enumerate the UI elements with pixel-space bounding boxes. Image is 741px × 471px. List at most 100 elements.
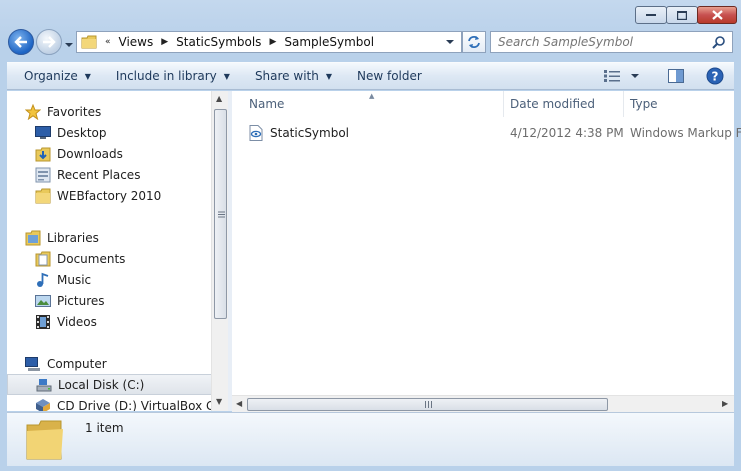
nav-item-downloads[interactable]: Downloads bbox=[7, 143, 212, 164]
maximize-icon bbox=[677, 10, 687, 20]
folder-icon bbox=[26, 420, 63, 460]
breadcrumb-separator-icon[interactable]: ▶ bbox=[161, 37, 168, 47]
folder-icon bbox=[81, 35, 97, 49]
preview-pane-icon[interactable] bbox=[668, 69, 684, 83]
nav-item-videos[interactable]: Videos bbox=[7, 311, 212, 332]
nav-item-webfactory[interactable]: WEBfactory 2010 bbox=[7, 185, 212, 206]
nav-item-recent-places[interactable]: Recent Places bbox=[7, 164, 212, 185]
scroll-right-icon[interactable]: ▶ bbox=[722, 399, 728, 408]
search-box[interactable] bbox=[490, 31, 733, 53]
refresh-button[interactable] bbox=[462, 31, 486, 53]
nav-item-local-disk[interactable]: Local Disk (C:) bbox=[7, 374, 212, 395]
scroll-down-icon[interactable]: ▼ bbox=[216, 397, 222, 406]
svg-text:?: ? bbox=[712, 70, 719, 84]
nav-item-pictures[interactable]: Pictures bbox=[7, 290, 212, 311]
help-icon[interactable]: ? bbox=[706, 67, 724, 85]
breadcrumb-staticsymbols[interactable]: StaticSymbols bbox=[176, 35, 261, 49]
nav-item-desktop[interactable]: Desktop bbox=[7, 122, 212, 143]
nav-item-label: Documents bbox=[57, 251, 126, 266]
chevron-down-icon: ▼ bbox=[325, 71, 332, 81]
chevron-down-icon bbox=[65, 43, 73, 47]
maximize-button[interactable] bbox=[666, 6, 698, 24]
horizontal-scrollbar[interactable]: ◀ ▶ bbox=[232, 395, 734, 412]
caption-buttons bbox=[635, 6, 737, 24]
nav-computer[interactable]: Computer bbox=[7, 353, 212, 374]
nav-item-cd-drive[interactable]: CD Drive (D:) VirtualBox Guest bbox=[7, 395, 221, 411]
recent-places-icon bbox=[35, 167, 51, 183]
column-type[interactable]: Type bbox=[630, 97, 658, 111]
share-with-label: Share with bbox=[254, 69, 319, 83]
change-view-button[interactable] bbox=[604, 70, 640, 82]
file-date-modified: 4/12/2012 4:38 PM bbox=[510, 126, 624, 140]
cd-drive-icon bbox=[35, 398, 51, 411]
nav-item-label: Desktop bbox=[57, 125, 107, 140]
folder-icon bbox=[35, 188, 51, 204]
xaml-file-icon bbox=[249, 125, 263, 141]
star-icon bbox=[25, 103, 41, 120]
recent-pages-dropdown[interactable] bbox=[64, 38, 74, 48]
forward-button[interactable] bbox=[36, 29, 62, 55]
nav-item-label: CD Drive (D:) VirtualBox Guest bbox=[57, 398, 221, 412]
scroll-left-icon[interactable]: ◀ bbox=[236, 399, 242, 408]
nav-item-label: WEBfactory 2010 bbox=[57, 188, 162, 203]
search-icon[interactable] bbox=[712, 35, 726, 49]
file-name: StaticSymbol bbox=[270, 126, 350, 140]
view-details-icon bbox=[604, 70, 620, 82]
column-divider[interactable] bbox=[623, 91, 624, 117]
nav-item-label: Music bbox=[57, 272, 92, 287]
downloads-icon bbox=[35, 146, 51, 162]
breadcrumb-samplesymbol[interactable]: SampleSymbol bbox=[284, 35, 374, 49]
minimize-button[interactable] bbox=[635, 6, 667, 24]
nav-favorites-label: Favorites bbox=[47, 104, 102, 119]
nav-item-music[interactable]: Music bbox=[7, 269, 212, 290]
column-divider[interactable] bbox=[503, 91, 504, 117]
new-folder-button[interactable]: New folder bbox=[357, 69, 422, 83]
column-name[interactable]: Name bbox=[249, 97, 284, 111]
navigation-scroll-thumb[interactable] bbox=[214, 109, 227, 319]
breadcrumb-overflow[interactable]: « bbox=[105, 37, 111, 47]
breadcrumb-views[interactable]: Views bbox=[119, 35, 154, 49]
address-row: « Views ▶ StaticSymbols ▶ SampleSymbol bbox=[0, 28, 741, 56]
search-input[interactable] bbox=[498, 35, 708, 49]
chevron-down-icon: ▼ bbox=[223, 71, 230, 81]
scroll-up-icon[interactable]: ▲ bbox=[216, 94, 222, 103]
address-dropdown-icon[interactable] bbox=[445, 38, 455, 46]
chevron-down-icon: ▼ bbox=[84, 71, 91, 81]
nav-favorites[interactable]: Favorites bbox=[7, 101, 212, 122]
nav-item-label: Pictures bbox=[57, 293, 105, 308]
minimize-icon bbox=[646, 14, 656, 16]
nav-libraries[interactable]: Libraries bbox=[7, 227, 212, 248]
column-headers: ▲ Name Date modified Type bbox=[232, 91, 734, 117]
horizontal-scroll-thumb[interactable] bbox=[247, 398, 608, 411]
organize-label: Organize bbox=[24, 69, 78, 83]
breadcrumb: « Views ▶ StaticSymbols ▶ SampleSymbol bbox=[97, 35, 374, 49]
address-bar[interactable]: « Views ▶ StaticSymbols ▶ SampleSymbol bbox=[76, 31, 462, 53]
nav-item-label: Downloads bbox=[57, 146, 123, 161]
pictures-icon bbox=[35, 293, 51, 309]
toolbar-right: ? bbox=[604, 67, 724, 85]
details-pane: 1 item bbox=[7, 412, 734, 466]
breadcrumb-separator-icon[interactable]: ▶ bbox=[269, 37, 276, 47]
close-button[interactable] bbox=[697, 6, 737, 24]
documents-icon bbox=[35, 251, 51, 267]
include-in-library-button[interactable]: Include in library ▼ bbox=[116, 69, 230, 83]
nav-libraries-label: Libraries bbox=[47, 230, 99, 245]
hard-disk-icon bbox=[36, 377, 52, 393]
new-folder-label: New folder bbox=[357, 69, 422, 83]
grip-icon bbox=[218, 211, 225, 218]
explorer-window: « Views ▶ StaticSymbols ▶ SampleSymbol S… bbox=[0, 0, 741, 471]
item-count: 1 item bbox=[85, 421, 124, 435]
include-in-library-label: Include in library bbox=[115, 69, 217, 83]
organize-button[interactable]: Organize ▼ bbox=[24, 69, 91, 83]
music-icon bbox=[35, 272, 51, 288]
navigation-scrollbar[interactable]: ▲ ▼ bbox=[211, 91, 228, 411]
column-date-modified[interactable]: Date modified bbox=[510, 97, 595, 111]
nav-item-label: Local Disk (C:) bbox=[58, 377, 145, 392]
back-button[interactable] bbox=[8, 29, 34, 55]
nav-computer-label: Computer bbox=[47, 356, 107, 371]
nav-item-label: Recent Places bbox=[57, 167, 141, 182]
file-row[interactable]: StaticSymbol 4/12/2012 4:38 PM Windows M… bbox=[248, 123, 741, 143]
nav-item-documents[interactable]: Documents bbox=[7, 248, 212, 269]
share-with-button[interactable]: Share with ▼ bbox=[255, 69, 332, 83]
back-arrow-icon bbox=[14, 36, 27, 48]
